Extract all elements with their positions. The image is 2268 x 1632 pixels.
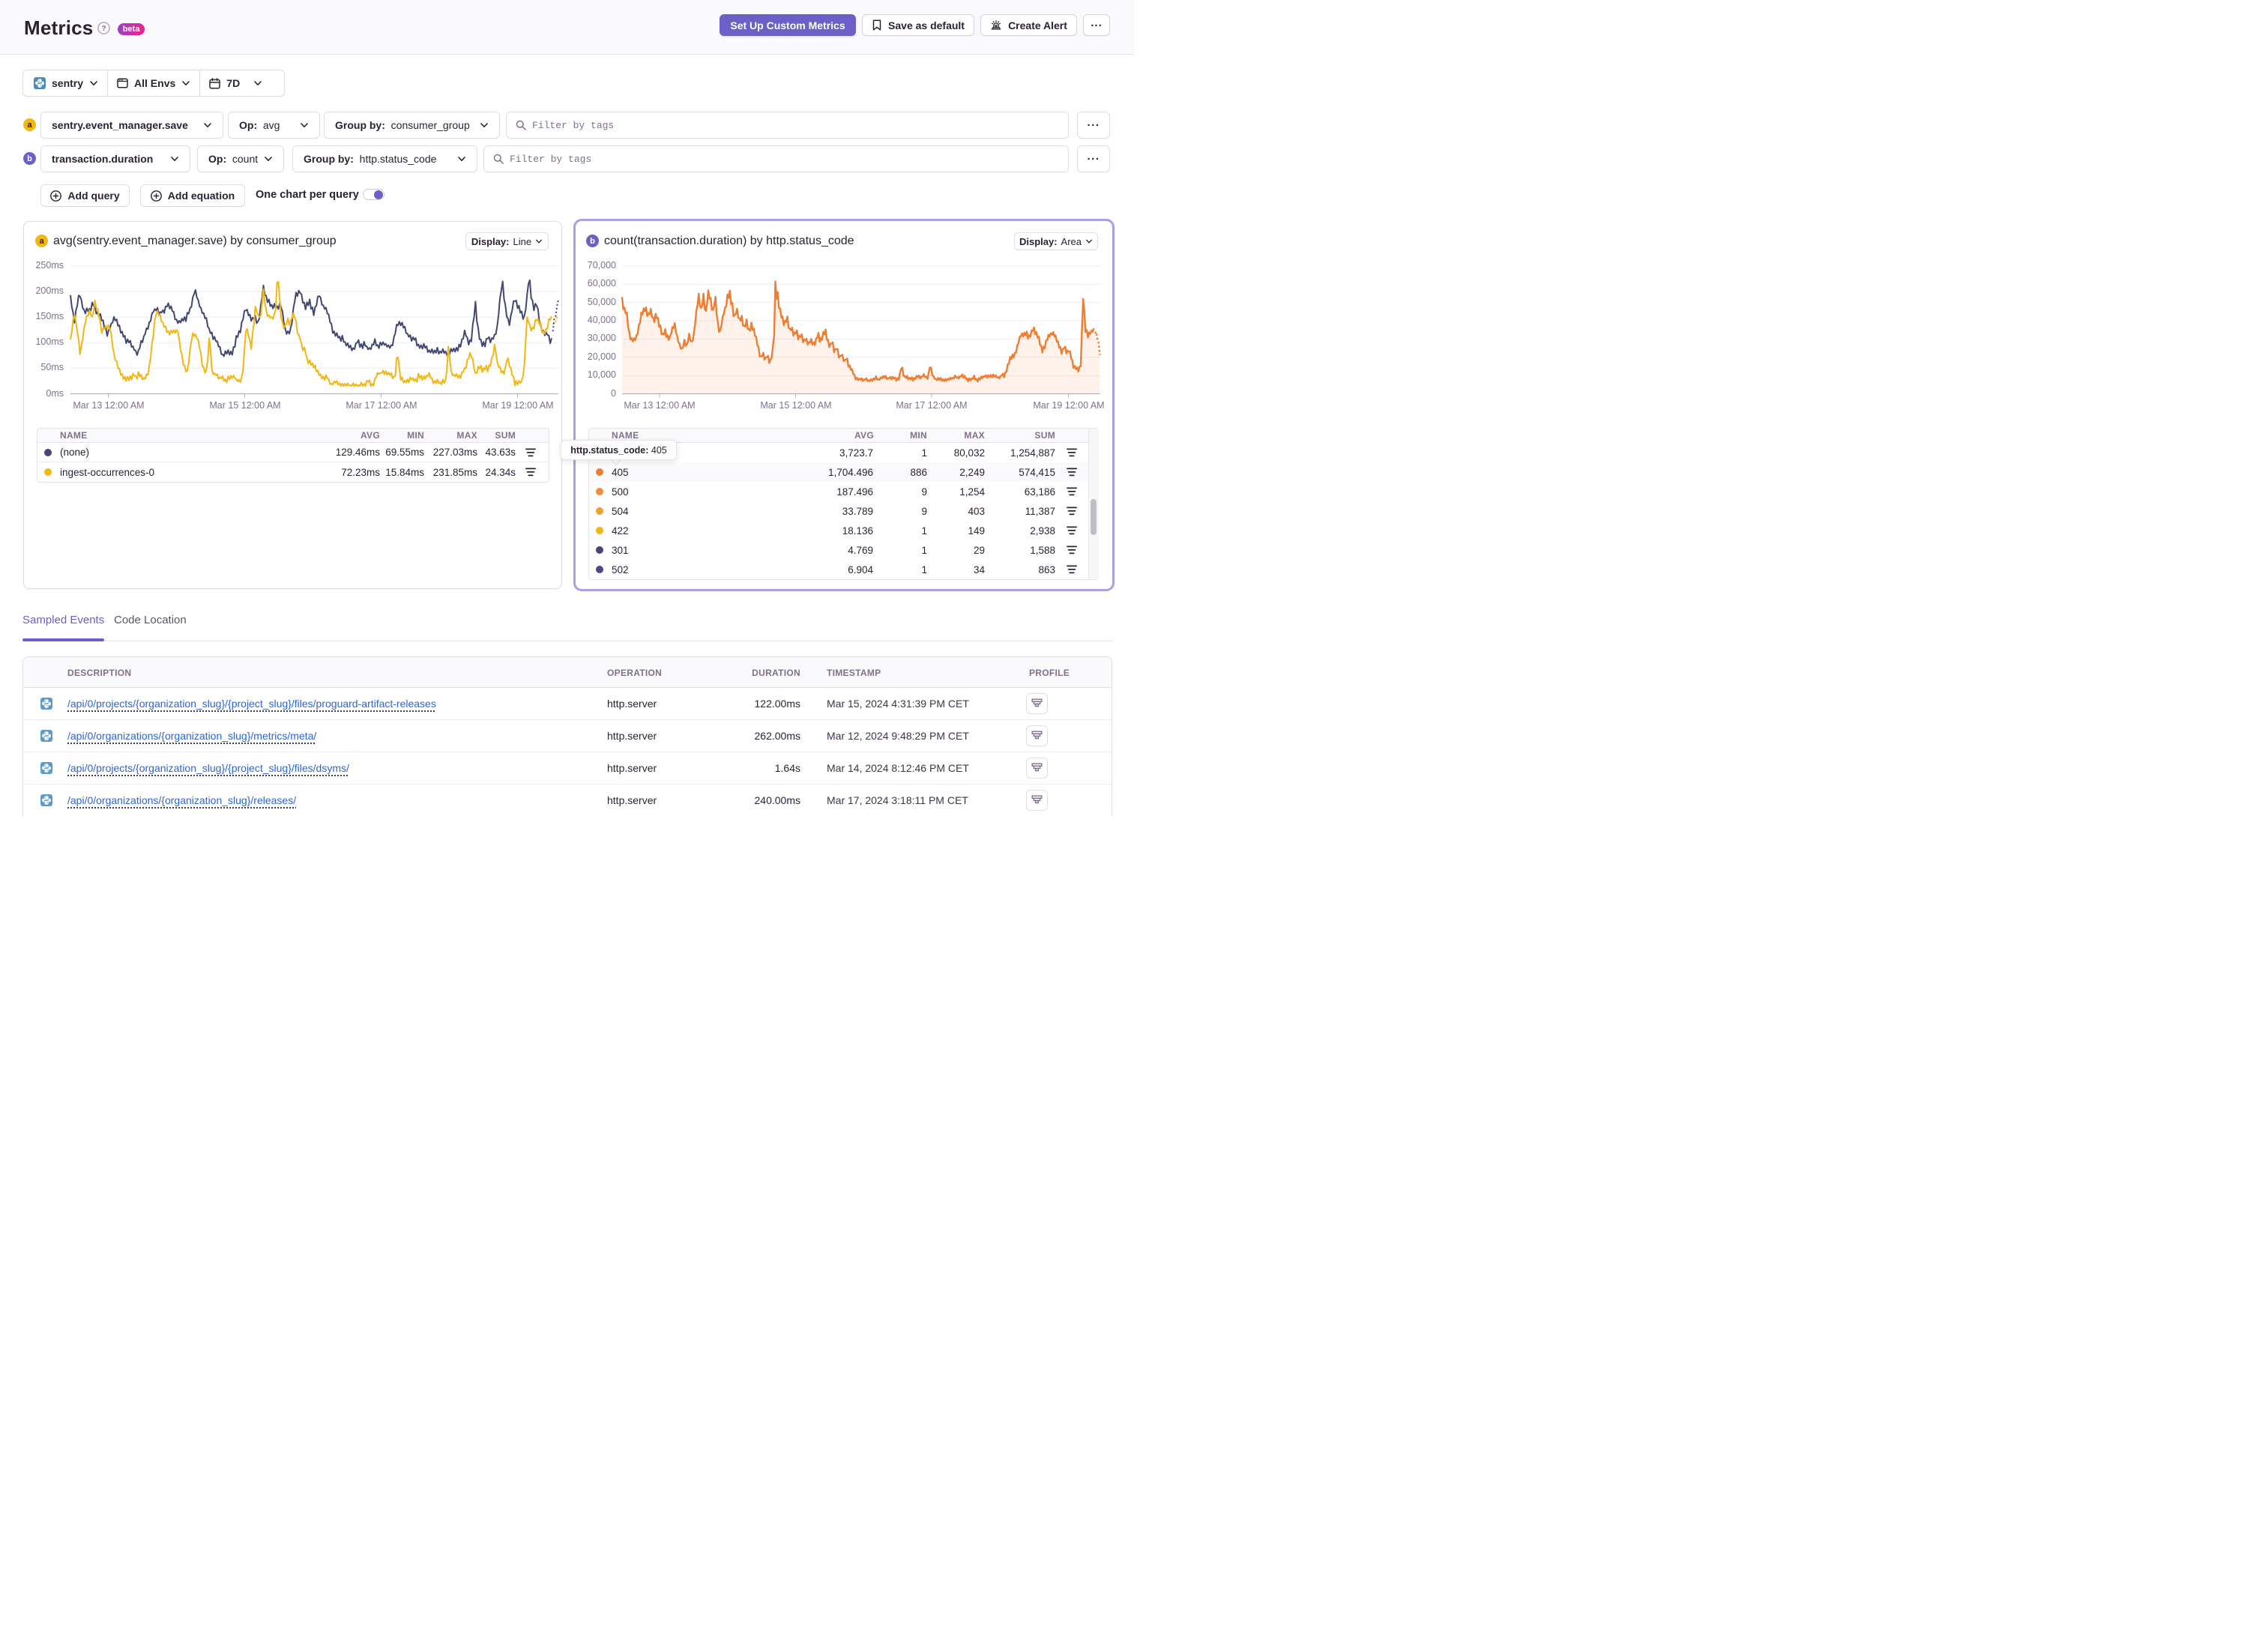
svg-text:?: ?	[101, 25, 106, 33]
